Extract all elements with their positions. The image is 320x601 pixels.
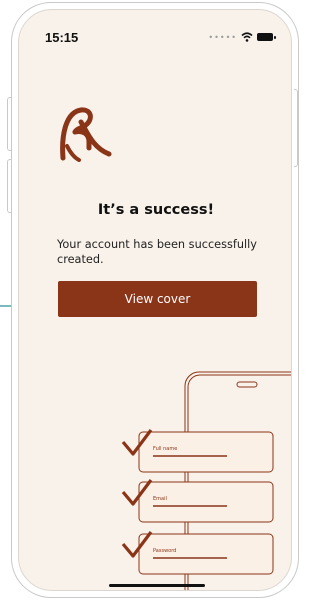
wifi-icon bbox=[241, 32, 253, 42]
signal-dots-icon: ••••• bbox=[208, 32, 237, 42]
phone-screen: 15:15 ••••• It’s a success! Your account… bbox=[18, 9, 292, 591]
page-title: It’s a success! bbox=[97, 202, 215, 218]
signup-illustration: Full name Email Password bbox=[121, 371, 291, 590]
illustration-card-email: Email bbox=[121, 479, 274, 523]
success-message: Your account has been successfully creat… bbox=[57, 238, 257, 266]
illustration-field-label: Full name bbox=[153, 446, 177, 452]
home-indicator[interactable] bbox=[109, 584, 205, 587]
illustration-card-password: Password bbox=[121, 531, 274, 575]
illustration-field-label: Password bbox=[153, 548, 176, 554]
brand-logo bbox=[60, 107, 112, 162]
illustration-field-label: Email bbox=[153, 496, 167, 502]
power-button bbox=[294, 89, 298, 167]
status-icons: ••••• bbox=[208, 32, 276, 42]
illustration-card-full-name: Full name bbox=[121, 429, 274, 473]
battery-icon bbox=[257, 33, 276, 41]
status-time: 15:15 bbox=[45, 30, 79, 45]
stage: 15:15 ••••• It’s a success! Your account… bbox=[0, 0, 301, 601]
view-cover-button[interactable]: View cover bbox=[58, 281, 257, 317]
